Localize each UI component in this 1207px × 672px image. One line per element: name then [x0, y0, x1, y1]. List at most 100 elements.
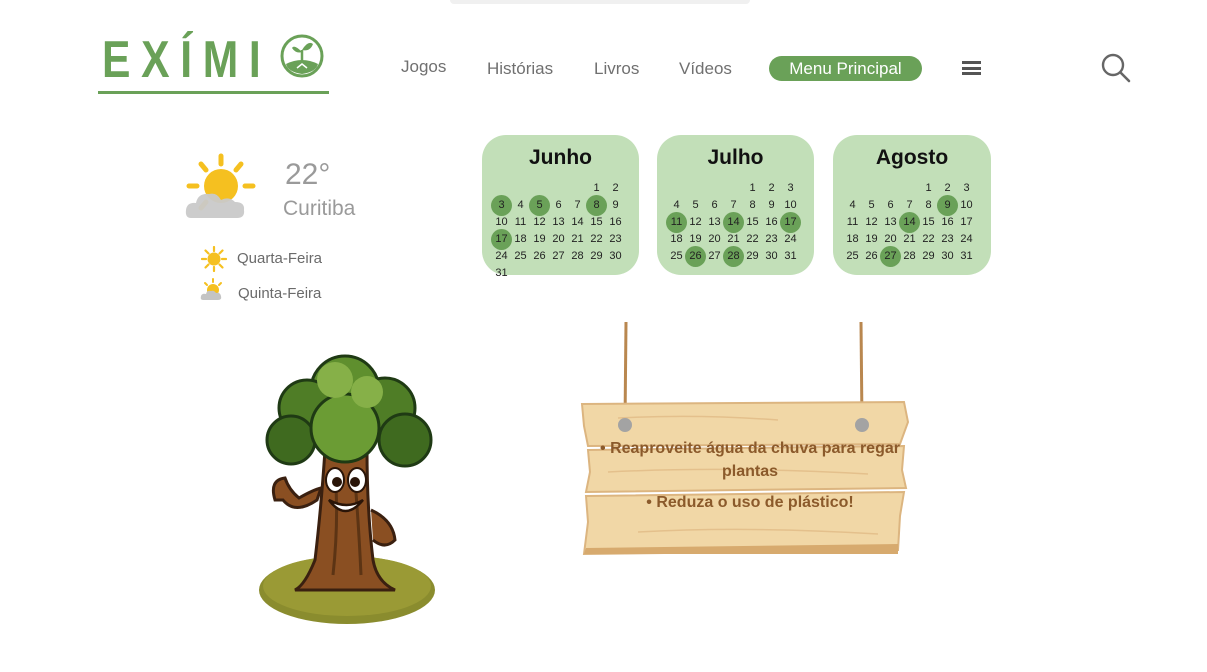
calendar-day[interactable]: 27	[705, 248, 724, 265]
calendar-day[interactable]: 30	[606, 248, 625, 265]
calendar-day[interactable]: 5	[862, 197, 881, 214]
calendar-day[interactable]: 28	[568, 248, 587, 265]
top-shadow	[450, 0, 750, 4]
calendar-day-highlighted[interactable]: 3	[491, 195, 512, 216]
hamburger-menu-icon[interactable]	[962, 61, 981, 76]
calendar-day-highlighted[interactable]: 17	[491, 229, 512, 250]
calendar-day[interactable]: 31	[957, 248, 976, 265]
plant-globe-icon	[280, 34, 324, 78]
nav-videos[interactable]: Vídeos	[679, 59, 732, 79]
calendar-day[interactable]: 31	[492, 265, 511, 282]
nav-jogos[interactable]: Jogos	[401, 57, 446, 77]
calendar-day[interactable]: 28	[900, 248, 919, 265]
calendar-day[interactable]: 15	[587, 214, 606, 231]
calendar-day[interactable]: 4	[843, 197, 862, 214]
calendar-day[interactable]: 25	[667, 248, 686, 265]
calendar-day[interactable]: 18	[843, 231, 862, 248]
calendar-day-highlighted[interactable]: 27	[880, 246, 901, 267]
calendar-day[interactable]: 8	[919, 197, 938, 214]
calendar-day[interactable]: 29	[743, 248, 762, 265]
calendar-day[interactable]: 29	[587, 248, 606, 265]
calendar-day[interactable]: 11	[511, 214, 530, 231]
calendar-day[interactable]: 17	[957, 214, 976, 231]
calendar-day[interactable]: 6	[881, 197, 900, 214]
calendar-day[interactable]: 3	[781, 180, 800, 197]
calendar-day[interactable]: 15	[743, 214, 762, 231]
calendar-day[interactable]: 1	[743, 180, 762, 197]
calendar-day[interactable]: 31	[781, 248, 800, 265]
calendar-day[interactable]: 12	[686, 214, 705, 231]
calendar-day-highlighted[interactable]: 26	[685, 246, 706, 267]
calendar-day[interactable]: 3	[957, 180, 976, 197]
calendar-day[interactable]: 22	[743, 231, 762, 248]
calendar-day[interactable]: 13	[705, 214, 724, 231]
calendar-day[interactable]: 6	[705, 197, 724, 214]
calendar-day[interactable]: 29	[919, 248, 938, 265]
calendar-day[interactable]: 16	[938, 214, 957, 231]
calendar-day[interactable]: 16	[762, 214, 781, 231]
calendar-day-highlighted[interactable]: 17	[780, 212, 801, 233]
calendar-august: Agosto 1 2 3 4 5 6 7 8 9 10 11 12 13 14 15 16 17 18 19 20 21…	[833, 135, 991, 275]
calendar-day[interactable]: 1	[919, 180, 938, 197]
calendar-day-highlighted[interactable]: 5	[529, 195, 550, 216]
calendar-day[interactable]: 5	[686, 197, 705, 214]
calendar-day[interactable]: 21	[568, 231, 587, 248]
main-menu-button[interactable]: Menu Principal	[769, 56, 922, 81]
calendar-day[interactable]: 12	[530, 214, 549, 231]
calendar-day[interactable]: 24	[492, 248, 511, 265]
calendar-day[interactable]: 22	[919, 231, 938, 248]
calendar-day-highlighted[interactable]: 14	[723, 212, 744, 233]
search-icon[interactable]	[1100, 52, 1132, 84]
nav-livros[interactable]: Livros	[594, 59, 639, 79]
calendar-day[interactable]: 24	[781, 231, 800, 248]
calendar-day-highlighted[interactable]: 28	[723, 246, 744, 267]
calendar-day[interactable]: 20	[549, 231, 568, 248]
calendar-day[interactable]: 23	[606, 231, 625, 248]
calendar-day[interactable]: 16	[606, 214, 625, 231]
calendar-day[interactable]: 15	[919, 214, 938, 231]
logo[interactable]: EXÍMI	[98, 30, 330, 96]
calendar-empty-cell	[862, 180, 881, 197]
calendar-day[interactable]: 2	[762, 180, 781, 197]
calendar-day-highlighted[interactable]: 9	[937, 195, 958, 216]
calendar-day[interactable]: 8	[743, 197, 762, 214]
calendar-day[interactable]: 10	[957, 197, 976, 214]
calendar-month-title: Junho	[529, 146, 592, 169]
calendar-day[interactable]: 11	[843, 214, 862, 231]
calendar-day[interactable]: 26	[862, 248, 881, 265]
calendar-day-highlighted[interactable]: 14	[899, 212, 920, 233]
calendar-day[interactable]: 13	[881, 214, 900, 231]
calendar-day[interactable]: 21	[900, 231, 919, 248]
calendar-day[interactable]: 9	[606, 197, 625, 214]
calendar-day[interactable]: 18	[511, 231, 530, 248]
calendar-day[interactable]: 20	[705, 231, 724, 248]
calendar-day[interactable]: 24	[957, 231, 976, 248]
nav-historias[interactable]: Histórias	[487, 59, 553, 79]
calendar-day[interactable]: 19	[862, 231, 881, 248]
calendar-empty-cell	[568, 180, 587, 197]
calendar-days: 1 2 3 4 5 6 7 8 9 10 11 12 13 14 15 16 17 18 19 20 21 22 23 24 2…	[843, 180, 976, 267]
calendar-day[interactable]: 26	[530, 248, 549, 265]
calendar-day[interactable]: 22	[587, 231, 606, 248]
calendar-day[interactable]: 18	[667, 231, 686, 248]
calendar-day[interactable]: 9	[762, 197, 781, 214]
calendar-empty-cell	[843, 180, 862, 197]
calendar-day[interactable]: 4	[511, 197, 530, 214]
calendar-day[interactable]: 27	[549, 248, 568, 265]
calendar-day[interactable]: 19	[530, 231, 549, 248]
calendar-july: Julho 1 2 3 4 5 6 7 8 9 10 11 12 13 14 15 16 17 18 19 20 21 2…	[657, 135, 814, 275]
calendar-day[interactable]: 30	[938, 248, 957, 265]
calendar-day[interactable]: 23	[938, 231, 957, 248]
calendar-day[interactable]: 13	[549, 214, 568, 231]
calendar-day-highlighted[interactable]: 11	[666, 212, 687, 233]
calendar-day[interactable]: 7	[568, 197, 587, 214]
calendar-day[interactable]: 12	[862, 214, 881, 231]
calendar-day[interactable]: 25	[843, 248, 862, 265]
calendar-day[interactable]: 25	[511, 248, 530, 265]
calendar-day[interactable]: 6	[549, 197, 568, 214]
calendar-day[interactable]: 2	[606, 180, 625, 197]
calendar-day[interactable]: 30	[762, 248, 781, 265]
calendar-day[interactable]: 23	[762, 231, 781, 248]
calendar-day-highlighted[interactable]: 8	[586, 195, 607, 216]
calendar-day[interactable]: 14	[568, 214, 587, 231]
